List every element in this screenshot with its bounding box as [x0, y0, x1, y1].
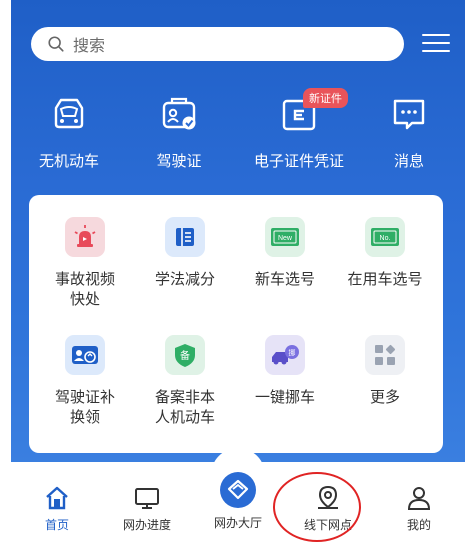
service-label: 一键挪车 [254, 388, 315, 406]
license-card-icon [162, 97, 196, 130]
more-grid-icon [365, 335, 405, 375]
tab-offline-outlets[interactable]: 线下网点 [288, 484, 368, 533]
service-label: 学法减分 [154, 270, 215, 288]
svg-text:No.: No. [380, 235, 391, 242]
svg-text:New: New [278, 235, 293, 242]
hall-diamond-icon [220, 472, 256, 508]
tab-label: 网办大厅 [213, 516, 262, 530]
service-label: 备案非本 人机动车 [154, 388, 215, 426]
app-screen: 搜索 无机动车 驾驶证 新证件 电子证件凭证 消息 事故视频 快处 学法减分 N… [0, 0, 475, 545]
new-plate-icon: New [265, 217, 305, 257]
service-study-law[interactable]: 学法减分 [140, 217, 230, 289]
location-pin-icon [318, 485, 338, 509]
service-accident-video[interactable]: 事故视频 快处 [40, 217, 130, 309]
quick-item-license[interactable]: 驾驶证 [129, 92, 229, 171]
quick-item-label: 驾驶证 [156, 152, 202, 170]
new-badge: 新证件 [303, 88, 348, 108]
tab-hall[interactable]: 网办大厅 [198, 470, 278, 531]
service-label: 新车选号 [254, 270, 315, 288]
service-label: 驾驶证补 换领 [54, 388, 115, 426]
service-label: 事故视频 快处 [54, 270, 115, 308]
shield-record-icon: 备 [165, 335, 205, 375]
bottom-nav: 首页 网办进度 网办大厅 线下网点 我的 [11, 448, 465, 545]
svg-text:备: 备 [180, 349, 190, 362]
message-icon [393, 99, 425, 130]
service-label: 在用车选号 [347, 270, 423, 288]
car-outline-icon [54, 98, 84, 129]
quick-item-label: 消息 [393, 152, 424, 170]
book-icon [165, 217, 205, 257]
quick-item-label: 电子证件凭证 [253, 152, 344, 170]
services-card: 事故视频 快处 学法减分 New 新车选号 No. 在用车选号 驾驶证补 换领 … [29, 195, 443, 453]
service-move-car[interactable]: 挪 一键挪车 [240, 335, 330, 407]
move-car-icon: 挪 [265, 335, 305, 375]
service-license-renew[interactable]: 驾驶证补 换领 [40, 335, 130, 427]
tab-mine[interactable]: 我的 [379, 484, 459, 533]
quick-item-messages[interactable]: 消息 [359, 92, 459, 171]
hamburger-menu-icon[interactable] [422, 28, 450, 56]
service-new-plate[interactable]: New 新车选号 [240, 217, 330, 289]
home-icon [46, 486, 68, 510]
tab-label: 我的 [406, 518, 431, 532]
user-icon [407, 487, 431, 510]
tab-home[interactable]: 首页 [17, 484, 97, 533]
svg-text:挪: 挪 [289, 348, 296, 357]
tab-progress[interactable]: 网办进度 [107, 484, 187, 533]
tab-label: 线下网点 [303, 518, 352, 532]
service-label: 更多 [369, 388, 400, 406]
monitor-icon [135, 488, 159, 509]
quick-item-label: 无机动车 [38, 152, 99, 170]
alarm-siren-icon [65, 217, 105, 257]
search-placeholder: 搜索 [73, 36, 106, 55]
tab-label: 网办进度 [122, 518, 171, 532]
search-icon [48, 36, 64, 52]
service-plate-in-use[interactable]: No. 在用车选号 [340, 217, 430, 289]
plate-no-icon: No. [365, 217, 405, 257]
service-register-vehicle[interactable]: 备 备案非本 人机动车 [140, 335, 230, 427]
license-renew-icon [65, 335, 105, 375]
tab-label: 首页 [44, 518, 69, 532]
quick-item-e-certificate[interactable]: 新证件 电子证件凭证 [243, 88, 355, 171]
service-more[interactable]: 更多 [340, 335, 430, 407]
search-bar[interactable]: 搜索 [31, 27, 404, 61]
quick-item-vehicle[interactable]: 无机动车 [19, 92, 119, 171]
